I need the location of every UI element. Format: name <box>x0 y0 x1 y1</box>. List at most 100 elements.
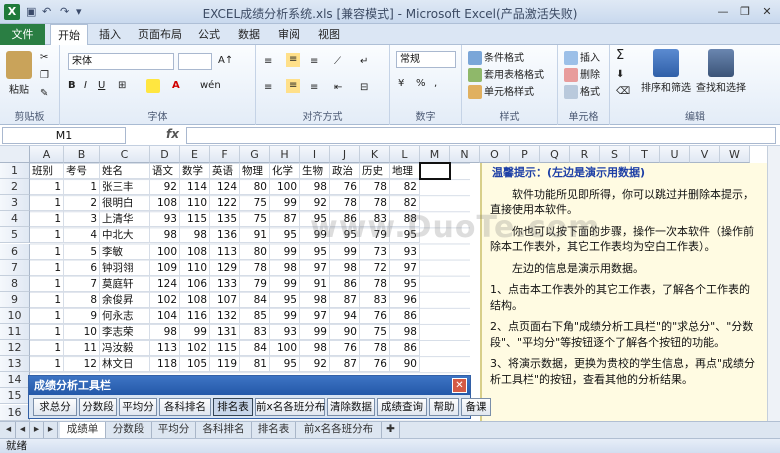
column-header[interactable]: O <box>480 146 510 163</box>
cell[interactable]: 114 <box>180 179 210 196</box>
cell[interactable]: 75 <box>360 324 390 341</box>
cell[interactable]: 98 <box>300 179 330 196</box>
cell[interactable]: 110 <box>180 195 210 212</box>
row-header[interactable]: 15 <box>0 388 30 405</box>
cell-styles-button[interactable]: 单元格样式 <box>468 85 534 100</box>
cell[interactable]: 78 <box>360 275 390 292</box>
restore-icon[interactable]: ❐ <box>734 3 756 20</box>
align-top-icon[interactable]: ≡ <box>264 55 272 69</box>
toolbar-button[interactable]: 求总分 <box>33 398 77 416</box>
cell[interactable]: 76 <box>360 307 390 324</box>
italic-button[interactable]: I <box>84 79 87 93</box>
cell[interactable]: 78 <box>360 179 390 196</box>
toolbar-button[interactable]: 备课 <box>461 398 491 416</box>
cell[interactable]: 李志荣 <box>100 324 150 341</box>
toolbar-button[interactable]: 成绩查询 <box>377 398 427 416</box>
cell[interactable]: 99 <box>300 324 330 341</box>
cut-icon[interactable]: ✂ <box>40 51 48 65</box>
cell[interactable]: 78 <box>240 259 270 276</box>
cell[interactable]: 张三丰 <box>100 179 150 196</box>
cell[interactable]: 考号 <box>64 163 100 180</box>
cell[interactable]: 90 <box>330 324 360 341</box>
cell[interactable]: 100 <box>270 340 300 357</box>
cell[interactable]: 129 <box>210 259 240 276</box>
cell[interactable]: 98 <box>390 324 420 341</box>
paste-button[interactable]: 粘贴 <box>4 51 34 96</box>
cell[interactable]: 98 <box>300 291 330 308</box>
insert-cells-button[interactable]: 插入 <box>564 51 600 66</box>
cell[interactable]: 90 <box>390 356 420 373</box>
cell[interactable]: 75 <box>240 211 270 228</box>
cell[interactable]: 98 <box>150 324 180 341</box>
cell[interactable]: 86 <box>390 340 420 357</box>
column-header[interactable]: G <box>240 146 270 163</box>
cell[interactable]: 林文日 <box>100 356 150 373</box>
cell[interactable]: 1 <box>30 179 64 196</box>
cell[interactable]: 82 <box>390 179 420 196</box>
tab-insert[interactable]: 插入 <box>92 24 128 45</box>
cell[interactable]: 73 <box>360 243 390 260</box>
align-middle-icon[interactable]: ≡ <box>286 53 301 67</box>
cell[interactable]: 109 <box>150 259 180 276</box>
cell[interactable]: 92 <box>300 356 330 373</box>
cell[interactable]: 余俊昇 <box>100 291 150 308</box>
align-center-icon[interactable]: ≡ <box>286 79 301 93</box>
cell[interactable]: 110 <box>180 259 210 276</box>
cell[interactable]: 75 <box>240 195 270 212</box>
cell[interactable]: 78 <box>360 195 390 212</box>
cell[interactable]: 8 <box>64 291 100 308</box>
cell[interactable]: 83 <box>360 291 390 308</box>
clear-icon[interactable]: ⌫ <box>616 85 630 99</box>
bold-button[interactable]: B <box>68 79 76 93</box>
cell[interactable]: 76 <box>330 179 360 196</box>
cell[interactable]: 76 <box>330 340 360 357</box>
indent-icon[interactable]: ⇤ <box>334 81 342 95</box>
currency-icon[interactable]: ¥ <box>398 77 404 91</box>
cell[interactable]: 92 <box>150 179 180 196</box>
cell[interactable]: 83 <box>240 324 270 341</box>
cell[interactable]: 124 <box>150 275 180 292</box>
column-header[interactable]: N <box>450 146 480 163</box>
sheet-tab[interactable]: 各科排名 <box>196 422 252 438</box>
cell[interactable]: 122 <box>210 195 240 212</box>
cell[interactable]: 何永志 <box>100 307 150 324</box>
cell[interactable]: 99 <box>270 243 300 260</box>
cell[interactable]: 95 <box>270 356 300 373</box>
align-bottom-icon[interactable]: ≡ <box>310 55 318 69</box>
comma-style-icon[interactable]: , <box>434 77 437 91</box>
cell[interactable]: 87 <box>330 356 360 373</box>
cell[interactable]: 115 <box>180 211 210 228</box>
cell[interactable]: 119 <box>210 356 240 373</box>
underline-button[interactable]: U <box>98 79 105 93</box>
cell[interactable]: 上清华 <box>100 211 150 228</box>
column-header[interactable]: L <box>390 146 420 163</box>
cell[interactable]: 84 <box>240 291 270 308</box>
cell[interactable]: 99 <box>270 307 300 324</box>
cell[interactable]: 99 <box>270 195 300 212</box>
tab-view[interactable]: 视图 <box>312 24 346 45</box>
cell[interactable]: 136 <box>210 227 240 244</box>
cell[interactable]: 92 <box>300 195 330 212</box>
column-header[interactable]: P <box>510 146 540 163</box>
cell[interactable]: 95 <box>270 291 300 308</box>
cell[interactable]: 2 <box>64 195 100 212</box>
cell[interactable]: 1 <box>30 243 64 260</box>
select-all-corner[interactable] <box>0 146 30 163</box>
insert-sheet-icon[interactable]: ✚ <box>382 422 400 438</box>
column-header[interactable]: D <box>150 146 180 163</box>
toolbar-button[interactable]: 分数段 <box>79 398 117 416</box>
cell[interactable]: 95 <box>270 227 300 244</box>
prev-sheet-icon[interactable]: ◂ <box>16 422 30 438</box>
toolbar-button[interactable]: 帮助 <box>429 398 459 416</box>
find-select-button[interactable]: 查找和选择 <box>694 49 748 94</box>
row-header[interactable]: 11 <box>0 324 30 341</box>
toolbar-button[interactable]: 各科排名 <box>159 398 211 416</box>
row-header[interactable]: 9 <box>0 291 30 308</box>
cell[interactable]: 78 <box>330 195 360 212</box>
cell[interactable]: 语文 <box>150 163 180 180</box>
cell[interactable]: 英语 <box>210 163 240 180</box>
toolbar-button[interactable]: 排名表 <box>213 398 253 416</box>
row-header[interactable]: 16 <box>0 404 30 421</box>
cell[interactable]: 历史 <box>360 163 390 180</box>
row-header[interactable]: 12 <box>0 340 30 357</box>
